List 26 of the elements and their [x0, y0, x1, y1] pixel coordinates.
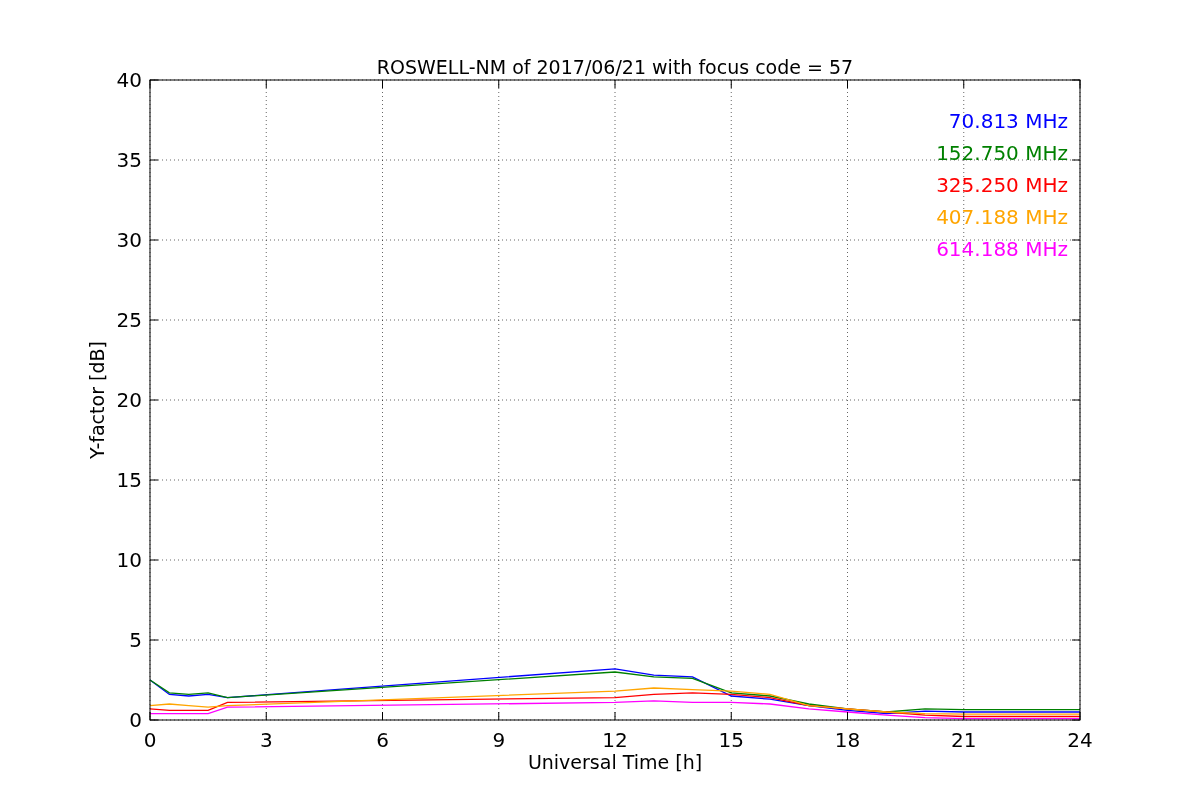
tick-label: 3 [259, 728, 273, 752]
legend-label: 325.250 MHz [936, 173, 1068, 197]
y-axis-label: Y-factor [dB] [86, 341, 108, 459]
tick-label: 6 [376, 728, 389, 752]
tick-label: 21 [951, 728, 977, 752]
tick-label: 0 [143, 728, 157, 752]
tick-label: 24 [1067, 728, 1093, 752]
chart-title: ROSWELL-NM of 2017/06/21 with focus code = 57 [376, 56, 854, 78]
tick-label: 15 [116, 468, 142, 492]
legend-label: 407.188 MHz [936, 205, 1068, 229]
tick-label: 35 [116, 148, 142, 172]
tick-label: 18 [834, 728, 861, 752]
x-axis-label: Universal Time [h] [527, 751, 703, 773]
tick-label: 15 [718, 728, 744, 752]
legend-label: 70.813 MHz [948, 109, 1068, 133]
tick-label: 30 [116, 228, 142, 252]
tick-label: 5 [129, 628, 142, 652]
tick-label: 10 [116, 548, 142, 572]
tick-label: 40 [116, 68, 142, 92]
tick-label: 20 [116, 388, 142, 412]
tick-label: 25 [116, 308, 142, 332]
legend-label: 614.188 MHz [936, 237, 1068, 261]
legend-label: 152.750 MHz [936, 141, 1068, 165]
tick-label: 0 [129, 708, 142, 732]
tick-label: 9 [492, 728, 506, 752]
tick-label: 12 [602, 728, 628, 752]
